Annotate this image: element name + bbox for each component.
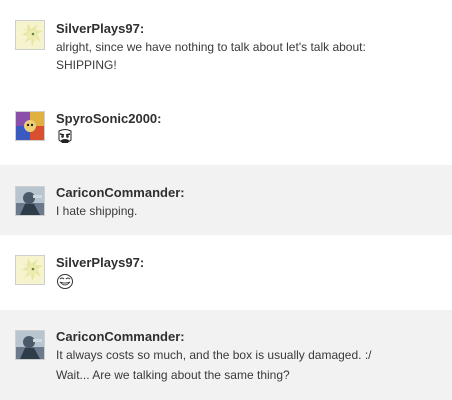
chat-message: SilverPlays97: xyxy=(0,235,452,310)
message-text: It always costs so much, and the box is … xyxy=(56,348,372,362)
chat-message: SilverPlays97: alright, since we have no… xyxy=(0,0,452,94)
silver-hedgehog-icon xyxy=(16,256,44,284)
message-text: SHIPPING! xyxy=(56,58,117,72)
message-author[interactable]: CariconCommander: xyxy=(56,185,185,200)
message-text: I hate shipping. xyxy=(56,204,138,218)
chat-message: CariconCommander: I hate shipping. xyxy=(0,165,452,235)
commander-icon xyxy=(16,187,44,215)
avatar[interactable] xyxy=(15,255,45,285)
chat-message: CariconCommander: It always costs so muc… xyxy=(0,310,452,400)
message-text: alright, since we have nothing to talk a… xyxy=(56,40,366,54)
message-author[interactable]: SilverPlays97: xyxy=(56,255,144,270)
avatar[interactable] xyxy=(15,186,45,216)
silver-hedgehog-icon xyxy=(16,21,44,49)
avatar[interactable] xyxy=(15,330,45,360)
avatar[interactable] xyxy=(15,20,45,50)
commander-icon xyxy=(16,331,44,359)
troll-face-emote xyxy=(56,272,74,290)
spyro-sonic-icon xyxy=(16,112,44,140)
rage-face-emote xyxy=(56,128,74,146)
message-author[interactable]: SilverPlays97: xyxy=(56,21,144,36)
chat-log: SilverPlays97: alright, since we have no… xyxy=(0,0,452,400)
message-text: Wait... Are we talking about the same th… xyxy=(56,368,290,382)
message-author[interactable]: CariconCommander: xyxy=(56,329,185,344)
message-author[interactable]: SpyroSonic2000: xyxy=(56,111,162,126)
troll-face-icon xyxy=(56,272,74,290)
rage-face-icon xyxy=(56,128,74,146)
chat-message: SpyroSonic2000: xyxy=(0,94,452,165)
avatar[interactable] xyxy=(15,111,45,141)
